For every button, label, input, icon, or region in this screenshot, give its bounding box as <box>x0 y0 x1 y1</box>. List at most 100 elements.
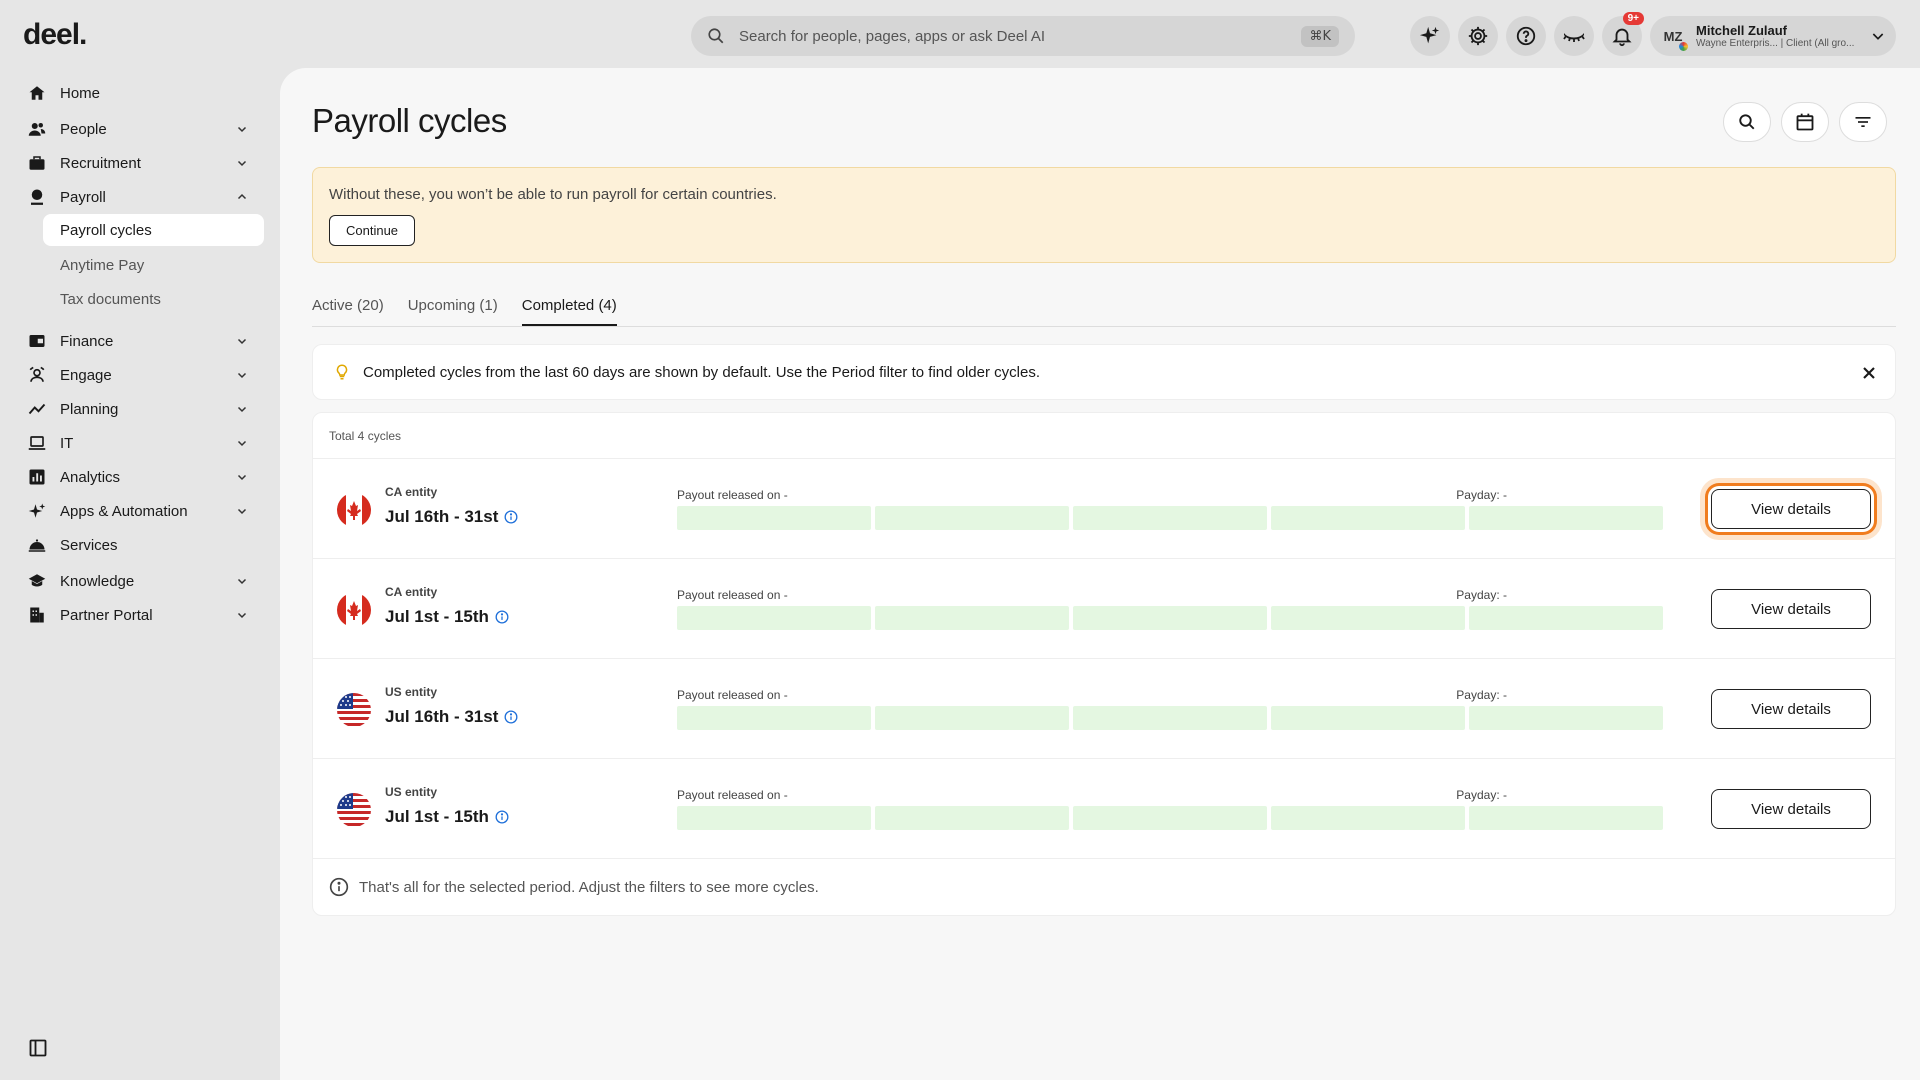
chevron-down-icon <box>237 440 247 447</box>
sidebar-item-finance[interactable]: Finance <box>0 324 280 358</box>
tab-completed[interactable]: Completed (4) <box>521 297 617 326</box>
notifications-button[interactable]: 9+ <box>1602 12 1644 56</box>
cycle-period: Jul 1st - 15th <box>385 607 509 627</box>
banner-text: Without these, you won’t be able to run … <box>329 186 777 203</box>
info-text: Completed cycles from the last 60 days a… <box>363 363 1040 381</box>
gear-icon <box>1468 26 1488 46</box>
settings-button[interactable] <box>1458 16 1498 56</box>
org-logo-icon <box>1679 42 1688 51</box>
entity-name: US entity <box>385 685 438 699</box>
sparkle-icon <box>28 503 46 518</box>
chevron-down-icon <box>237 578 247 585</box>
chevron-down-icon <box>237 612 247 619</box>
calendar-icon <box>1796 113 1814 131</box>
search-input[interactable] <box>739 27 1302 45</box>
laptop-icon <box>28 436 46 450</box>
sidebar-item-planning[interactable]: Planning <box>0 392 280 426</box>
briefcase-icon <box>29 156 45 170</box>
ai-sparkle-button[interactable] <box>1410 16 1450 56</box>
sidebar-item-engage[interactable]: Engage <box>0 358 280 392</box>
search-shortcut-badge: ⌘K <box>1301 25 1339 47</box>
help-button[interactable] <box>1506 16 1546 56</box>
sidebar-item-payroll[interactable]: Payroll <box>0 180 280 214</box>
cloche-icon <box>28 539 46 552</box>
continue-button[interactable]: Continue <box>329 215 416 246</box>
wallet-icon <box>29 335 45 347</box>
chevron-down-icon <box>237 126 247 133</box>
warning-banner: Without these, you won’t be able to run … <box>312 167 1896 263</box>
hidden-eye-icon <box>1563 33 1585 42</box>
people-icon <box>28 123 46 136</box>
chevron-down-icon <box>237 338 247 345</box>
table-row: CA entity Jul 1st - 15th Payout released… <box>313 559 1895 659</box>
view-details-button[interactable]: View details <box>1711 489 1871 529</box>
payday-label: Payday: - <box>1456 488 1507 502</box>
us-flag-icon <box>337 793 371 827</box>
info-icon <box>329 877 349 897</box>
sidebar-toggle-icon <box>29 1039 47 1057</box>
sidebar-item-people[interactable]: People <box>0 112 280 146</box>
sidebar-item-knowledge[interactable]: Knowledge <box>0 564 280 598</box>
collapse-sidebar-button[interactable] <box>28 1038 48 1058</box>
view-details-button[interactable]: View details <box>1711 789 1871 829</box>
bell-icon <box>1612 28 1632 47</box>
view-details-button[interactable]: View details <box>1711 689 1871 729</box>
entity-name: CA entity <box>385 585 438 599</box>
main-content: Payroll cycles Without these, you won’t … <box>280 68 1920 1080</box>
search-cycles-button[interactable] <box>1723 102 1771 142</box>
search-icon <box>1739 114 1755 130</box>
deel-logo[interactable]: deel. <box>23 18 87 52</box>
cycle-progress <box>677 806 1663 830</box>
avatar: MZ <box>1658 21 1688 51</box>
sidebar-item-services[interactable]: Services <box>0 528 280 562</box>
filter-button[interactable] <box>1839 102 1887 142</box>
cycle-period: Jul 16th - 31st <box>385 707 518 727</box>
cycle-period: Jul 1st - 15th <box>385 807 509 827</box>
info-icon[interactable] <box>504 510 518 524</box>
sidebar-item-apps-automation[interactable]: Apps & Automation <box>0 494 280 528</box>
page-title: Payroll cycles <box>312 102 507 139</box>
calendar-button[interactable] <box>1781 102 1829 142</box>
canada-flag-icon <box>337 593 371 627</box>
sidebar-item-home[interactable]: Home <box>0 76 280 110</box>
sidebar-item-recruitment[interactable]: Recruitment <box>0 146 280 180</box>
us-flag-icon <box>337 693 371 727</box>
sidebar-subitem-anytime-pay[interactable]: Anytime Pay <box>0 248 280 282</box>
sparkle-icon <box>1419 26 1440 44</box>
payout-label: Payout released on - <box>677 588 788 602</box>
payout-label: Payout released on - <box>677 688 788 702</box>
tab-upcoming[interactable]: Upcoming (1) <box>408 297 498 326</box>
close-icon[interactable] <box>1859 363 1879 383</box>
cycle-progress <box>677 506 1663 530</box>
cycle-tabs: Active (20) Upcoming (1) Completed (4) <box>312 297 1896 327</box>
sidebar-subitem-tax-documents[interactable]: Tax documents <box>0 282 280 316</box>
bar-chart-icon <box>29 469 45 485</box>
cycle-progress <box>677 606 1663 630</box>
engage-icon <box>29 366 45 382</box>
user-name: Mitchell Zulauf <box>1696 23 1787 38</box>
total-count: Total 4 cycles <box>313 413 1895 459</box>
payroll-icon <box>31 189 43 205</box>
sidebar-subitem-payroll-cycles[interactable]: Payroll cycles <box>43 214 264 246</box>
info-icon[interactable] <box>495 810 509 824</box>
global-search[interactable]: ⌘K <box>691 16 1355 56</box>
chevron-down-icon <box>237 508 247 515</box>
canada-flag-icon <box>337 493 371 527</box>
info-icon[interactable] <box>504 710 518 724</box>
sidebar-item-partner-portal[interactable]: Partner Portal <box>0 598 280 632</box>
info-bar: Completed cycles from the last 60 days a… <box>312 344 1896 400</box>
building-icon <box>30 607 44 623</box>
sidebar-item-analytics[interactable]: Analytics <box>0 460 280 494</box>
tab-active[interactable]: Active (20) <box>312 297 384 326</box>
sidebar-item-it[interactable]: IT <box>0 426 280 460</box>
info-icon[interactable] <box>495 610 509 624</box>
user-menu[interactable]: MZ Mitchell Zulauf Wayne Enterpris... | … <box>1650 16 1896 56</box>
incognito-button[interactable] <box>1554 16 1594 56</box>
chevron-down-icon <box>237 406 247 413</box>
chevron-down-icon <box>237 474 247 481</box>
entity-name: US entity <box>385 785 438 799</box>
table-row: CA entity Jul 16th - 31st Payout release… <box>313 459 1895 559</box>
user-org: Wayne Enterpris... | Client (All gro... <box>1696 38 1855 49</box>
payday-label: Payday: - <box>1456 588 1507 602</box>
view-details-button[interactable]: View details <box>1711 589 1871 629</box>
